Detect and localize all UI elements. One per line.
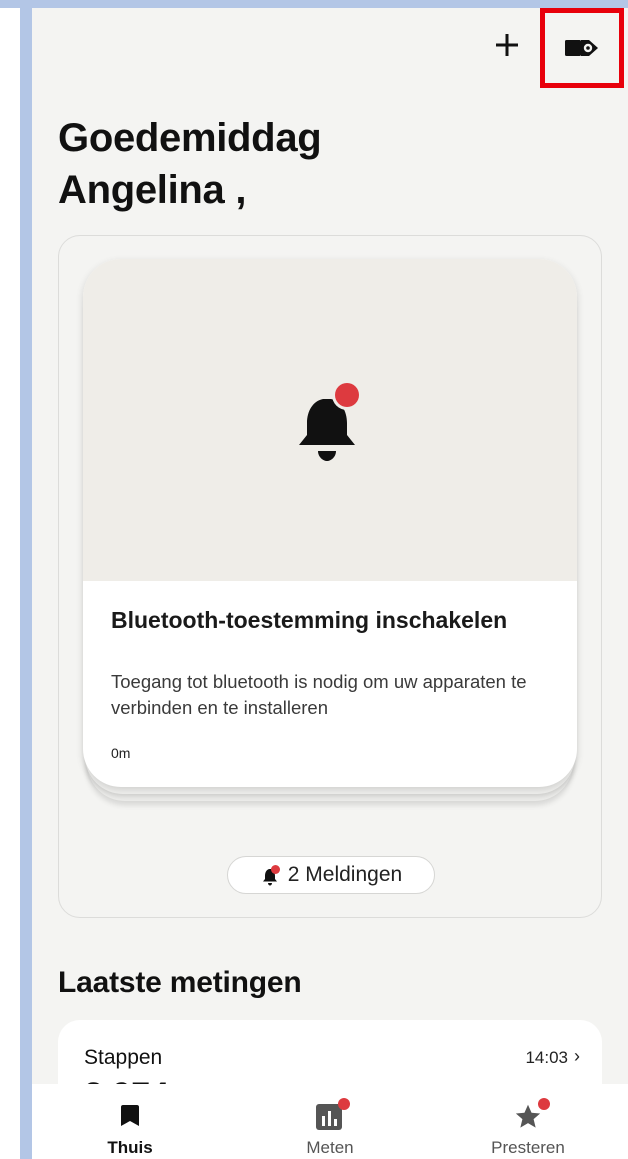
left-frame-bar xyxy=(20,0,32,1159)
plus-icon xyxy=(496,34,518,56)
notification-description: Toegang tot bluetooth is nodig om uw app… xyxy=(111,671,527,718)
meten-badge-dot xyxy=(338,1098,350,1110)
chart-icon xyxy=(316,1098,350,1130)
nav-item-meten[interactable]: Meten xyxy=(272,1084,388,1159)
notification-card-stack: Bluetooth-toestemming inschakelen Toegan… xyxy=(83,259,577,801)
small-bell-icon xyxy=(260,864,282,886)
nav-label-presteren: Presteren xyxy=(491,1138,565,1157)
notifications-count-label: 2 Meldingen xyxy=(287,863,403,886)
bell-icon xyxy=(299,380,362,461)
bottom-navigation: Thuis Meten Presteren xyxy=(32,1084,628,1159)
top-actions xyxy=(428,8,628,88)
nav-label-thuis: Thuis xyxy=(107,1138,153,1157)
home-screen: Goedemiddag Angelina , Bluetooth-toestem… xyxy=(32,8,628,1159)
top-frame-bar xyxy=(0,0,628,8)
notification-illustration xyxy=(83,259,577,581)
measurement-time: 14:03 xyxy=(525,1048,568,1067)
star-icon xyxy=(514,1098,550,1130)
nav-item-presteren[interactable]: Presteren xyxy=(470,1084,586,1159)
latest-measurements-heading: Laatste metingen xyxy=(58,966,302,999)
greeting-line-2: Angelina , xyxy=(58,168,247,212)
presteren-badge-dot xyxy=(538,1098,550,1110)
greeting-line-1: Goedemiddag xyxy=(58,116,322,160)
home-icon xyxy=(116,1102,144,1130)
greeting-heading: Goedemiddag Angelina , xyxy=(58,112,322,216)
measurement-label: Stappen xyxy=(84,1046,163,1069)
nav-item-thuis[interactable]: Thuis xyxy=(72,1084,188,1159)
nav-label-meten: Meten xyxy=(306,1138,354,1157)
notification-title: Bluetooth-toestemming inschakelen xyxy=(111,607,508,633)
device-settings-icon xyxy=(565,40,598,56)
add-button[interactable] xyxy=(492,30,522,60)
notification-card[interactable]: Bluetooth-toestemming inschakelen Toegan… xyxy=(83,259,577,787)
notification-time: 0m xyxy=(111,745,131,761)
left-margin xyxy=(0,0,22,1159)
chevron-right-icon: › xyxy=(574,1046,580,1066)
notifications-panel: Bluetooth-toestemming inschakelen Toegan… xyxy=(58,235,602,918)
device-settings-button[interactable] xyxy=(540,8,624,88)
notifications-count-button[interactable]: 2 Meldingen xyxy=(227,856,435,894)
